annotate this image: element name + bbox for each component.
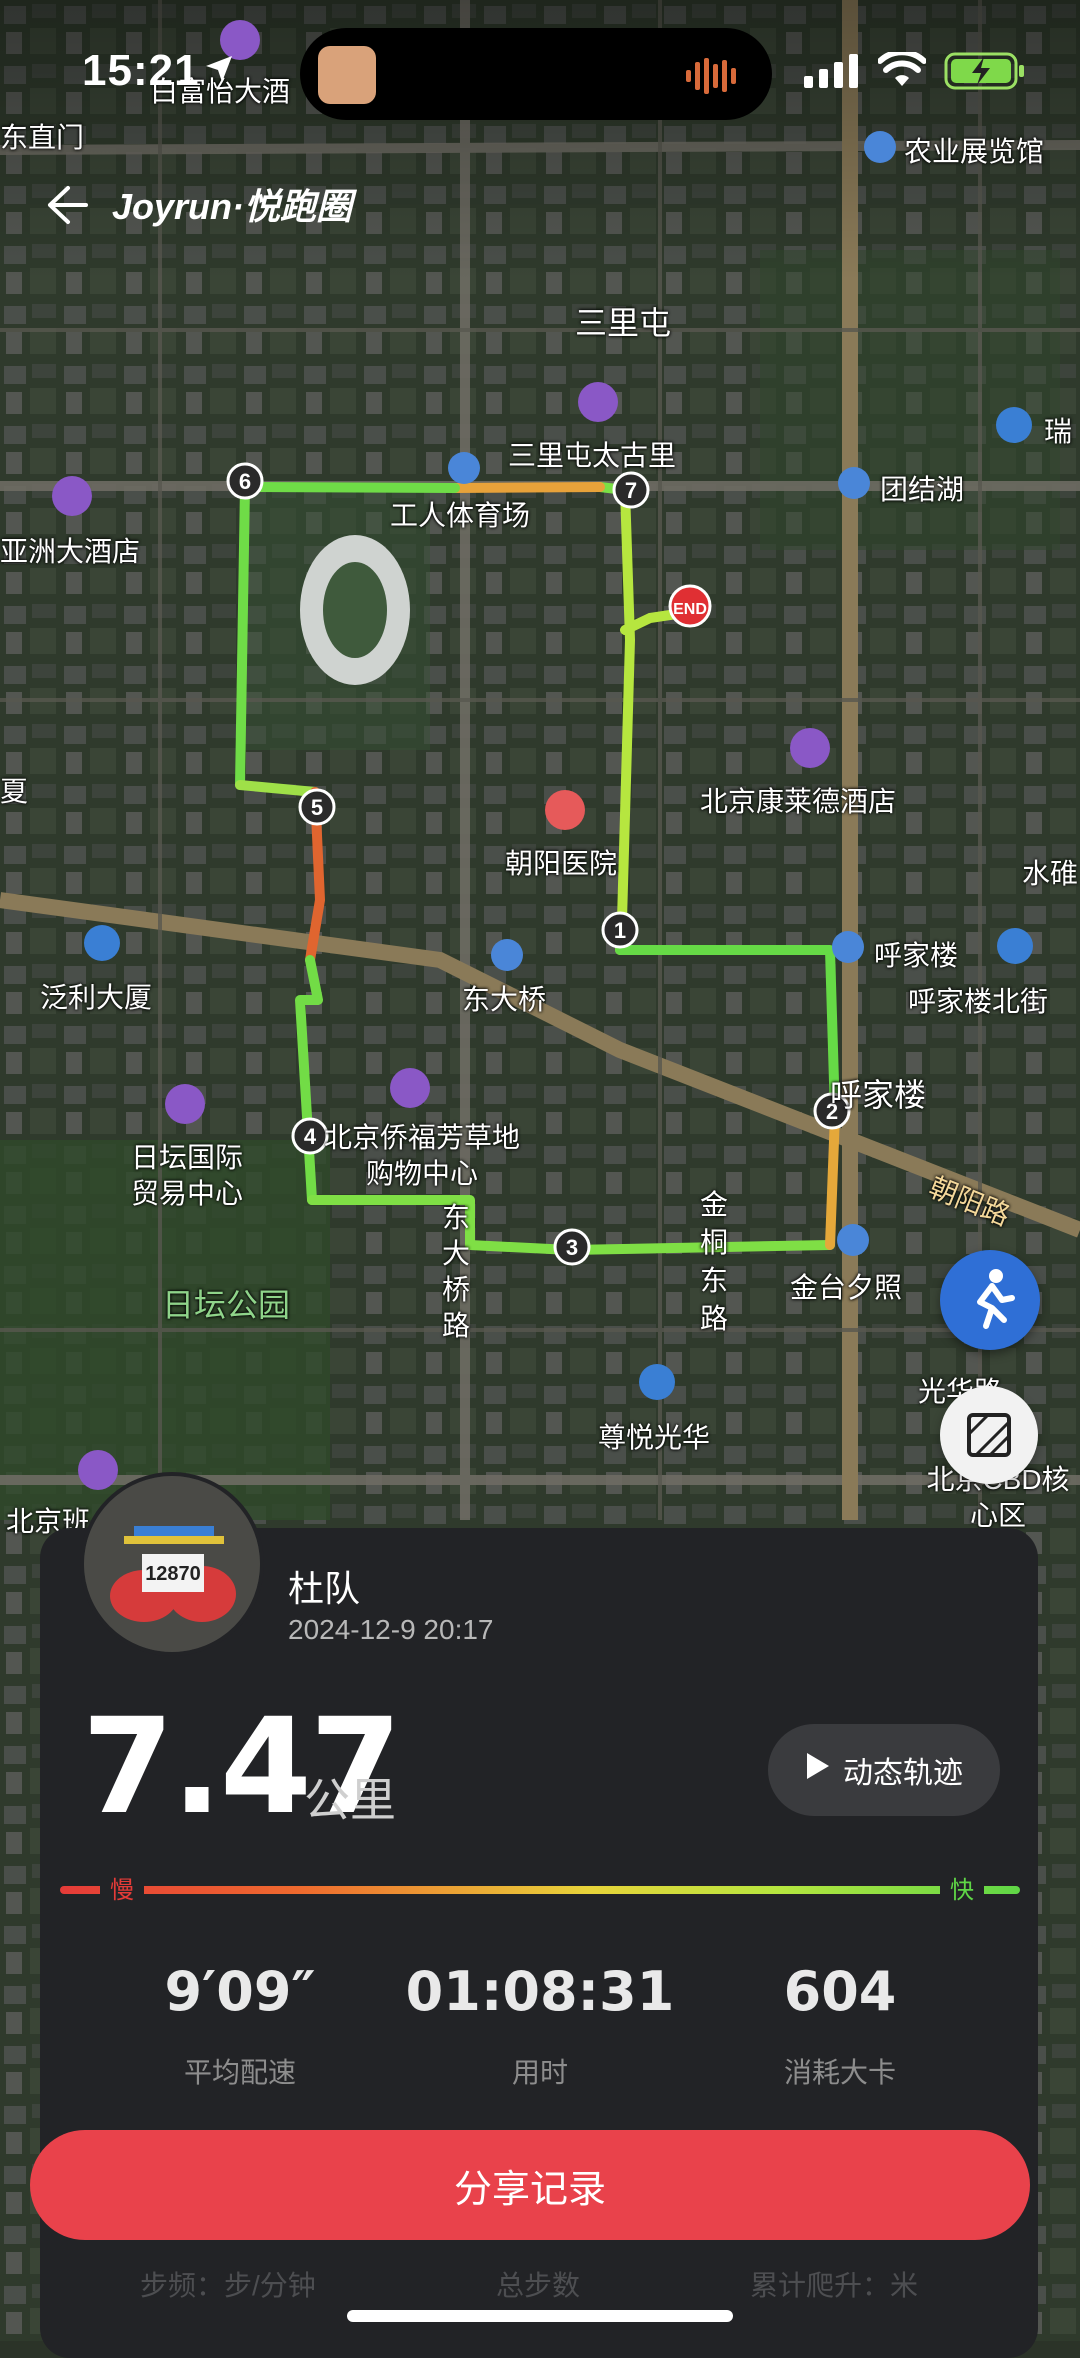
stat-label: 平均配速 bbox=[183, 2057, 296, 2088]
stat-value: 9′09″ bbox=[164, 1960, 316, 2023]
stat-label: 消耗大卡 bbox=[783, 2057, 896, 2088]
dynamic-island[interactable] bbox=[300, 28, 772, 120]
stat-label: 用时 bbox=[511, 2057, 568, 2088]
svg-text:7: 7 bbox=[625, 478, 637, 503]
elevation-label: 累计爬升：米 bbox=[750, 2270, 919, 2301]
end-marker: END bbox=[668, 584, 712, 628]
signal-icon bbox=[804, 54, 860, 93]
svg-text:END: END bbox=[673, 601, 707, 618]
user-name: 杜队 bbox=[288, 1568, 361, 1609]
stat-value: 604 bbox=[783, 1960, 897, 2023]
svg-text:12870: 12870 bbox=[145, 1563, 201, 1585]
map-label: 北京侨福芳草地购物中心 bbox=[323, 1122, 520, 1189]
map-label: 尊悦光华 bbox=[598, 1422, 711, 1453]
map-label: 日坛国际贸易中心 bbox=[130, 1142, 243, 1209]
replay-track-button[interactable]: 动态轨迹 bbox=[768, 1724, 1000, 1816]
stat-value: 01:08:31 bbox=[405, 1960, 675, 2023]
map-label: 三里屯 bbox=[575, 305, 672, 341]
battery-charging-icon bbox=[944, 52, 1026, 95]
svg-text:4: 4 bbox=[304, 1124, 317, 1149]
svg-text:6: 6 bbox=[239, 469, 251, 494]
km-marker-1: 1 bbox=[601, 911, 639, 949]
map-label: 金桐东路 bbox=[700, 1189, 729, 1334]
location-arrow-icon bbox=[204, 54, 234, 89]
map-label: 三里屯太古里 bbox=[508, 440, 677, 471]
map-label: 呼家楼 bbox=[830, 1077, 927, 1113]
map-label: 北京康莱德酒店 bbox=[700, 786, 897, 817]
home-indicator[interactable] bbox=[347, 2310, 733, 2322]
km-marker-3: 3 bbox=[553, 1228, 591, 1266]
now-playing-app-icon bbox=[318, 46, 376, 104]
total-steps-label: 总步数 bbox=[496, 2270, 581, 2301]
avatar[interactable]: 12870 bbox=[80, 1472, 264, 1656]
stat-duration: 01:08:31 用时 bbox=[390, 1960, 690, 2091]
runner-mode-button[interactable] bbox=[940, 1250, 1040, 1350]
map-layer-button[interactable] bbox=[940, 1386, 1038, 1484]
map-label: 呼家楼 bbox=[874, 940, 959, 971]
audio-wave-icon bbox=[686, 56, 742, 101]
run-datetime: 2024-12-9 20:17 bbox=[288, 1614, 494, 1645]
map-label: 东大桥路 bbox=[442, 1202, 471, 1341]
wifi-icon bbox=[877, 49, 927, 93]
map-layer-icon bbox=[966, 1412, 1012, 1463]
map-label: 团结湖 bbox=[880, 474, 965, 505]
clock: 15:21 bbox=[82, 46, 200, 95]
slow-label: 慢 bbox=[100, 1870, 144, 1905]
cadence-label: 步频：步/分钟 bbox=[140, 2270, 316, 2301]
map-label: 朝阳医院 bbox=[505, 848, 618, 879]
top-bar: Joyrun·悦跑圈 bbox=[0, 160, 1080, 250]
app-brand: Joyrun·悦跑圈 bbox=[112, 186, 353, 227]
map-label: 泛利大厦 bbox=[40, 982, 153, 1013]
map-label: 东大桥 bbox=[462, 984, 547, 1015]
km-marker-7: 7 bbox=[612, 471, 650, 509]
stat-avg-pace: 9′09″ 平均配速 bbox=[90, 1960, 390, 2091]
share-record-button[interactable]: 分享记录 bbox=[30, 2130, 1030, 2240]
map-label: 瑞 bbox=[1044, 416, 1073, 447]
map-label: 夏 bbox=[0, 776, 29, 807]
map-label: 水碓 bbox=[1022, 858, 1079, 889]
map-label: 日坛公园 bbox=[162, 1287, 291, 1323]
back-arrow-icon[interactable] bbox=[40, 180, 90, 235]
km-marker-5: 5 bbox=[298, 788, 336, 826]
distance-unit: 公里 bbox=[304, 1774, 396, 1826]
map-label: 呼家楼北街 bbox=[908, 986, 1049, 1017]
pace-gradient-bar bbox=[60, 1886, 1020, 1894]
svg-text:5: 5 bbox=[311, 795, 323, 820]
svg-text:1: 1 bbox=[614, 918, 626, 943]
status-bar: 15:21 bbox=[0, 0, 1080, 150]
stat-calories: 604 消耗大卡 bbox=[690, 1960, 990, 2091]
map-label: 金台夕照 bbox=[790, 1272, 903, 1303]
fast-label: 快 bbox=[940, 1870, 984, 1905]
map-label: 工人体育场 bbox=[390, 500, 531, 531]
replay-track-label: 动态轨迹 bbox=[843, 1757, 963, 1790]
runner-icon bbox=[962, 1268, 1018, 1337]
play-icon bbox=[805, 1751, 831, 1789]
svg-text:3: 3 bbox=[566, 1235, 578, 1260]
km-marker-6: 6 bbox=[226, 462, 264, 500]
map-label: 亚洲大酒店 bbox=[0, 536, 141, 567]
